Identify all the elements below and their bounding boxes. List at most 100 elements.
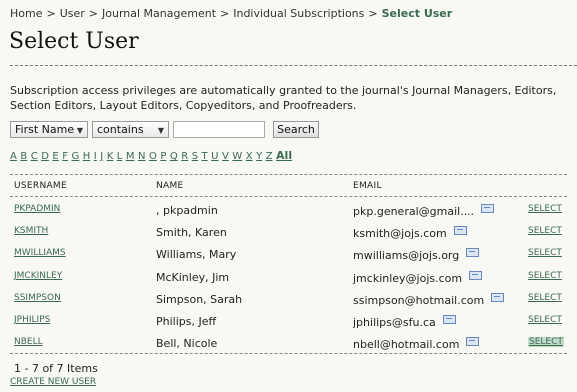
username-link[interactable]: JPHILIPS bbox=[14, 315, 50, 325]
alphabet-letter-p[interactable]: P bbox=[160, 151, 166, 162]
alphabet-letter-j[interactable]: J bbox=[100, 151, 103, 162]
alphabet-letter-f[interactable]: F bbox=[62, 151, 68, 162]
title-divider bbox=[10, 65, 577, 66]
user-email-text: ssimpson@hotmail.com bbox=[353, 294, 485, 307]
alphabet-letter-w[interactable]: W bbox=[232, 151, 242, 162]
user-full-name: Bell, Nicole bbox=[156, 337, 218, 350]
breadcrumb-user-link[interactable]: User bbox=[60, 7, 85, 20]
user-full-name: Smith, Karen bbox=[156, 226, 227, 239]
alphabet-letter-g[interactable]: G bbox=[72, 151, 80, 162]
alphabet-letter-i[interactable]: I bbox=[94, 151, 97, 162]
alphabet-letter-n[interactable]: N bbox=[138, 151, 145, 162]
envelope-icon[interactable] bbox=[491, 293, 505, 302]
alphabet-all-link[interactable]: All bbox=[276, 149, 292, 162]
create-new-user-link[interactable]: CREATE NEW USER bbox=[10, 377, 96, 387]
column-header-email: EMAIL bbox=[353, 181, 382, 191]
select-user-button[interactable]: SELECT bbox=[528, 248, 562, 258]
breadcrumb-separator: > bbox=[368, 7, 378, 20]
table-top-divider bbox=[10, 174, 567, 175]
select-user-button[interactable]: SELECT bbox=[528, 315, 562, 325]
breadcrumb: Home > User > Journal Management > Individual … bbox=[10, 7, 452, 20]
user-email-text: nbell@hotmail.com bbox=[353, 338, 460, 351]
alphabet-letter-e[interactable]: E bbox=[52, 151, 58, 162]
user-email-text: pkp.general@gmail.... bbox=[353, 205, 475, 218]
alphabet-letter-d[interactable]: D bbox=[41, 151, 49, 162]
breadcrumb-separator: > bbox=[46, 7, 56, 20]
search-field-select[interactable]: First Name ▼ bbox=[10, 121, 88, 138]
table-row: JMCKINLEY McKinley, Jim jmckinley@jojs.com… bbox=[10, 267, 567, 289]
item-count: 1 - 7 of 7 Items bbox=[14, 362, 98, 375]
breadcrumb-current: Select User bbox=[381, 7, 453, 20]
username-link[interactable]: MWILLIAMS bbox=[14, 248, 66, 258]
user-email: mwilliams@jojs.org bbox=[353, 248, 480, 262]
dropdown-arrow-icon: ▼ bbox=[157, 126, 164, 135]
breadcrumb-home-link[interactable]: Home bbox=[10, 7, 42, 20]
user-email: nbell@hotmail.com bbox=[353, 337, 480, 351]
search-input[interactable] bbox=[173, 121, 265, 138]
table-row: MWILLIAMS Williams, Mary mwilliams@jojs.or… bbox=[10, 244, 567, 266]
envelope-icon[interactable] bbox=[442, 315, 456, 324]
user-email: pkp.general@gmail.... bbox=[353, 204, 495, 218]
alphabet-letter-q[interactable]: Q bbox=[170, 151, 178, 162]
search-match-select[interactable]: contains ▼ bbox=[92, 121, 169, 138]
alphabet-letter-a[interactable]: A bbox=[10, 151, 17, 162]
select-user-button[interactable]: SELECT bbox=[528, 271, 562, 281]
column-header-name: NAME bbox=[156, 181, 184, 191]
username-link[interactable]: JMCKINLEY bbox=[14, 271, 62, 281]
select-user-button[interactable]: SELECT bbox=[528, 226, 562, 236]
user-email: jphilips@sfu.ca bbox=[353, 315, 456, 329]
envelope-icon[interactable] bbox=[453, 226, 467, 235]
username-link[interactable]: NBELL bbox=[14, 337, 43, 347]
alphabet-letter-c[interactable]: C bbox=[31, 151, 38, 162]
alphabet-letter-l[interactable]: L bbox=[117, 151, 123, 162]
envelope-icon[interactable] bbox=[481, 204, 495, 213]
alphabet-letter-k[interactable]: K bbox=[107, 151, 114, 162]
alphabet-letter-m[interactable]: M bbox=[126, 151, 135, 162]
table-bottom-divider bbox=[10, 353, 567, 354]
envelope-icon[interactable] bbox=[466, 248, 480, 257]
username-link[interactable]: KSMITH bbox=[14, 226, 48, 236]
table-row: PKPADMIN , pkpadmin pkp.general@gmail.... S… bbox=[10, 200, 567, 222]
breadcrumb-separator: > bbox=[88, 7, 98, 20]
alphabet-letter-x[interactable]: X bbox=[246, 151, 253, 162]
select-user-button[interactable]: SELECT bbox=[528, 204, 562, 214]
envelope-icon[interactable] bbox=[466, 337, 480, 346]
page-title: Select User bbox=[9, 29, 139, 54]
envelope-icon[interactable] bbox=[469, 271, 483, 280]
user-email: ssimpson@hotmail.com bbox=[353, 293, 505, 307]
alphabet-letter-s[interactable]: S bbox=[192, 151, 198, 162]
user-email: ksmith@jojs.com bbox=[353, 226, 467, 240]
alphabet-letter-y[interactable]: Y bbox=[256, 151, 262, 162]
user-full-name: Simpson, Sarah bbox=[156, 293, 243, 306]
intro-text: Subscription access privileges are autom… bbox=[10, 84, 557, 112]
alphabet-letter-o[interactable]: O bbox=[149, 151, 157, 162]
breadcrumb-separator: > bbox=[220, 7, 230, 20]
username-link[interactable]: SSIMPSON bbox=[14, 293, 61, 303]
table-row: SSIMPSON Simpson, Sarah ssimpson@hotmail.c… bbox=[10, 289, 567, 311]
search-button[interactable]: Search bbox=[273, 121, 319, 138]
user-email-text: ksmith@jojs.com bbox=[353, 227, 447, 240]
user-email-text: mwilliams@jojs.org bbox=[353, 249, 460, 262]
column-header-username: USERNAME bbox=[14, 181, 67, 191]
user-full-name: Philips, Jeff bbox=[156, 315, 217, 328]
alphabet-letter-t[interactable]: T bbox=[202, 151, 208, 162]
alphabet-letter-b[interactable]: B bbox=[20, 151, 27, 162]
alphabet-letter-v[interactable]: V bbox=[222, 151, 229, 162]
user-email: jmckinley@jojs.com bbox=[353, 271, 483, 285]
alphabet-letter-u[interactable]: U bbox=[211, 151, 218, 162]
alphabet-letter-h[interactable]: H bbox=[83, 151, 91, 162]
alphabet-letter-z[interactable]: Z bbox=[266, 151, 273, 162]
search-field-select-value: First Name bbox=[15, 123, 75, 136]
username-link[interactable]: PKPADMIN bbox=[14, 204, 60, 214]
user-full-name: McKinley, Jim bbox=[156, 271, 230, 284]
table-row: KSMITH Smith, Karen ksmith@jojs.com SELECT bbox=[10, 222, 567, 244]
user-email-text: jmckinley@jojs.com bbox=[353, 272, 463, 285]
select-user-button[interactable]: SELECT bbox=[528, 293, 562, 303]
alphabet-letter-r[interactable]: R bbox=[181, 151, 188, 162]
user-full-name: , pkpadmin bbox=[156, 204, 218, 217]
table-row: NBELL Bell, Nicole nbell@hotmail.com SELECT bbox=[10, 333, 567, 355]
breadcrumb-journal-management-link[interactable]: Journal Management bbox=[102, 7, 216, 20]
dropdown-arrow-icon: ▼ bbox=[76, 126, 83, 135]
breadcrumb-individual-subscriptions-link[interactable]: Individual Subscriptions bbox=[233, 7, 364, 20]
select-user-button[interactable]: SELECT bbox=[528, 337, 564, 347]
